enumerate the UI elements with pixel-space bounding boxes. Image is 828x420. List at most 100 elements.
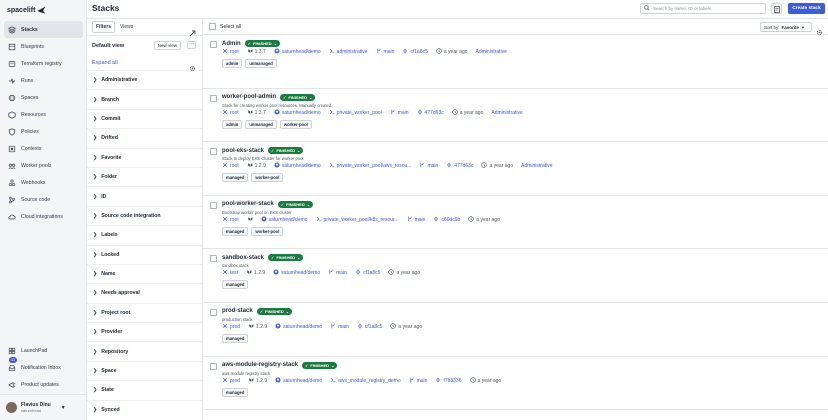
facet-labels[interactable]: ❯ Labels bbox=[87, 225, 202, 244]
sidebar-item-blueprints[interactable]: Blueprints bbox=[4, 38, 83, 55]
sidebar-item-contexts[interactable]: Contexts bbox=[4, 140, 83, 157]
administrative-link[interactable]: Administrative bbox=[476, 49, 507, 55]
label-tag[interactable]: managed bbox=[222, 226, 249, 236]
select-all-checkbox[interactable] bbox=[209, 23, 216, 30]
branch-link[interactable]: main bbox=[376, 48, 394, 56]
project-root-link[interactable]: aws_module_registry_demo bbox=[330, 377, 401, 385]
stack-checkbox[interactable] bbox=[210, 255, 217, 263]
sidebar-item-resources[interactable]: Resources bbox=[4, 106, 83, 123]
tab-filters[interactable]: Filters bbox=[92, 21, 116, 33]
repository-link[interactable]: saturnhead/demo bbox=[275, 377, 322, 385]
space-link[interactable]: root bbox=[222, 48, 239, 56]
space-link[interactable]: prod bbox=[222, 323, 240, 331]
sidebar-item-spaces[interactable]: Spaces bbox=[4, 89, 83, 106]
label-tag[interactable]: managed bbox=[222, 280, 249, 290]
commit-link[interactable]: cf1a8c5 bbox=[357, 323, 382, 331]
facet-commit[interactable]: ❯ Commit bbox=[87, 108, 202, 128]
repository-link[interactable]: saturnhead/demo bbox=[274, 109, 321, 117]
label-tag[interactable]: admin bbox=[222, 59, 243, 68]
facet-state[interactable]: ❯ State bbox=[87, 380, 202, 399]
facet-needs-approval[interactable]: ❯ Needs approval bbox=[87, 283, 202, 302]
label-tag[interactable]: admin bbox=[222, 119, 243, 129]
stack-row[interactable]: sandbox-stack ✓ FINISHED ⌄ sandbox stack test… bbox=[203, 249, 828, 303]
stack-checkbox[interactable] bbox=[210, 41, 217, 48]
project-root-link[interactable]: private_worker_pool bbox=[329, 109, 382, 117]
facet-synced[interactable]: ❯ Synced bbox=[87, 399, 202, 419]
stack-checkbox[interactable] bbox=[210, 201, 217, 209]
label-tag[interactable]: unmanaged bbox=[245, 59, 277, 68]
space-link[interactable]: root bbox=[222, 162, 239, 170]
search-input[interactable]: Search by name, ID or labels bbox=[640, 3, 766, 14]
label-tag[interactable]: worker-pool bbox=[279, 119, 312, 129]
repository-link[interactable]: saturnhead/demo bbox=[273, 269, 320, 277]
branch-link[interactable]: main bbox=[409, 377, 427, 385]
user-menu[interactable]: Flavius Dinu saturnhead ▼ bbox=[0, 394, 87, 420]
space-link[interactable]: prod bbox=[222, 377, 240, 385]
stack-row[interactable]: pool-eks-stack ✓ FINISHED ⌄ Stack to deploy … bbox=[203, 142, 828, 196]
repository-link[interactable]: saturnhead/demo bbox=[274, 162, 321, 170]
branch-link[interactable]: main bbox=[330, 323, 349, 331]
sidebar-item-stacks[interactable]: Stacks bbox=[4, 21, 83, 38]
stack-row[interactable]: aws-module-registry-stack ✓ FINISHED ⌄ aws m… bbox=[203, 357, 828, 411]
facet-administrative[interactable]: ❯ Administrative bbox=[87, 70, 202, 89]
commit-link[interactable]: f7b3336 bbox=[435, 377, 462, 385]
facet-name[interactable]: ❯ Name bbox=[87, 263, 202, 283]
label-tag[interactable]: managed bbox=[222, 173, 249, 183]
label-tag[interactable]: managed bbox=[222, 387, 249, 397]
chevron-down-icon[interactable]: ▼ bbox=[61, 405, 66, 411]
sidebar-item-source-code[interactable]: Source code bbox=[4, 191, 83, 208]
branch-link[interactable]: main bbox=[419, 162, 438, 170]
facet-source-code-integration[interactable]: ❯ Source code integration bbox=[87, 205, 202, 225]
sidebar-item-product-updates[interactable]: Product updates bbox=[4, 376, 83, 393]
stack-name[interactable]: worker-pool-admin bbox=[222, 94, 276, 100]
sidebar-item-policies[interactable]: Policies bbox=[4, 123, 83, 140]
docs-button[interactable] bbox=[771, 3, 782, 14]
new-view-button[interactable]: New view bbox=[153, 41, 181, 50]
expand-all-link[interactable]: Expand all bbox=[92, 60, 118, 66]
sidebar-item-terraform-registry[interactable]: Terraform registry bbox=[4, 55, 83, 72]
sidebar-item-webhooks[interactable]: Webhooks bbox=[4, 174, 83, 191]
sidebar-item-worker-pools[interactable]: Worker pools bbox=[4, 157, 83, 174]
sort-select[interactable]: Sort by: Favorite ▼ bbox=[760, 22, 812, 32]
create-stack-button[interactable]: Create stack bbox=[788, 3, 825, 14]
more-options-icon[interactable]: ··· bbox=[187, 41, 196, 49]
stack-name[interactable]: prod-stack bbox=[222, 308, 253, 314]
space-link[interactable]: root bbox=[222, 216, 239, 224]
branch-link[interactable]: main bbox=[407, 216, 425, 224]
facet-folder[interactable]: ❯ Folder bbox=[87, 166, 202, 186]
spacelift-logo[interactable]: spacelift bbox=[7, 4, 46, 16]
administrative-link[interactable]: Administrative bbox=[521, 163, 552, 169]
stack-row[interactable]: pool-worker-stack ✓ FINISHED ⌄ Bootstrap wor… bbox=[203, 196, 828, 250]
tab-views[interactable]: Views bbox=[117, 22, 136, 32]
space-link[interactable]: root bbox=[222, 109, 239, 117]
facet-drifted[interactable]: ❯ Drifted bbox=[87, 128, 202, 147]
facet-branch[interactable]: ❯ Branch bbox=[87, 89, 202, 108]
label-tag[interactable]: worker-pool bbox=[251, 173, 284, 183]
stack-name[interactable]: sandbox-stack bbox=[222, 255, 264, 261]
commit-link[interactable]: 477d63c bbox=[446, 162, 473, 170]
repository-link[interactable]: saturnhead/demo bbox=[261, 216, 308, 224]
facet-id[interactable]: ❯ ID bbox=[87, 186, 202, 205]
facet-favorite[interactable]: ❯ Favorite bbox=[87, 147, 202, 167]
stack-name[interactable]: pool-worker-stack bbox=[222, 201, 274, 207]
stack-checkbox[interactable] bbox=[210, 362, 217, 370]
project-root-link[interactable]: private_worker_pool/k8s_resour... bbox=[316, 216, 399, 224]
sidebar-item-cloud-integrations[interactable]: Cloud integrations bbox=[4, 208, 83, 225]
project-root-link[interactable]: private_worker_pool/aws_resou... bbox=[329, 162, 411, 170]
stack-row[interactable]: prod-stack ✓ FINISHED ⌄ production stack prod… bbox=[203, 303, 828, 357]
commit-link[interactable]: 477d63c bbox=[417, 109, 444, 117]
stack-name[interactable]: Admin bbox=[222, 41, 241, 47]
stack-checkbox[interactable] bbox=[210, 94, 217, 102]
space-link[interactable]: test bbox=[222, 269, 238, 277]
facet-provider[interactable]: ❯ Provider bbox=[87, 322, 202, 341]
stack-name[interactable]: aws-module-registry-stack bbox=[222, 362, 298, 368]
stack-checkbox[interactable] bbox=[210, 148, 217, 156]
commit-link[interactable]: cf1a8c5 bbox=[402, 48, 428, 56]
stack-name[interactable]: pool-eks-stack bbox=[222, 148, 264, 154]
stack-checkbox[interactable] bbox=[210, 308, 217, 316]
facet-project-root[interactable]: ❯ Project root bbox=[87, 302, 202, 322]
commit-link[interactable]: c60dc9b bbox=[433, 216, 460, 224]
gear-icon[interactable] bbox=[189, 59, 196, 77]
label-tag[interactable]: unmanaged bbox=[245, 119, 277, 129]
repository-link[interactable]: saturnhead/demo bbox=[275, 323, 322, 331]
